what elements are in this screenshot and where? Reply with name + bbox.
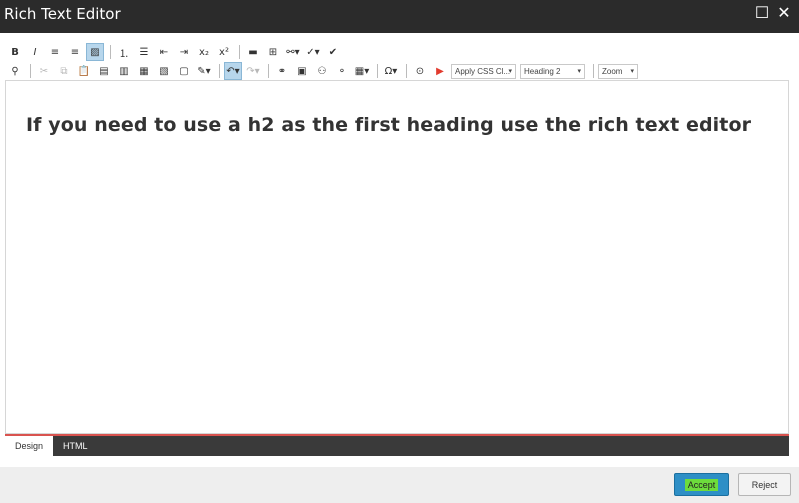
css-class-dropdown-value: Apply CSS Cl... xyxy=(455,66,511,76)
cut-button[interactable]: ✂ xyxy=(35,62,53,80)
subscript-button[interactable]: x₂ xyxy=(195,43,213,61)
maximize-icon[interactable]: ☐ xyxy=(753,5,771,23)
toolbar-row-2: ⚲ ✂ ⧉ 📋 ▤ ▥ ▦ ▧ ▢ ✎▾ ↶▾ ↷▾ ⚭ ▣ ⚇ ⚬ ▦▾ Ω▾ ⊙ ▶ Apply CSS Cl...… xyxy=(6,62,642,80)
insert-snippet-button[interactable]: ⊞ xyxy=(264,43,282,61)
toolbar-separator xyxy=(30,64,31,78)
toolbar-separator xyxy=(110,45,111,59)
table-dropdown-button[interactable]: ▦▾ xyxy=(353,62,371,80)
title-bar: Rich Text Editor ☐ ✕ xyxy=(0,0,799,33)
undo-button[interactable]: ↶▾ xyxy=(224,62,242,80)
numbered-list-button[interactable]: ⒈ xyxy=(115,43,133,61)
insert-media-button[interactable]: ⚇ xyxy=(313,62,331,80)
format-stripper-dropdown-button[interactable]: ✎▾ xyxy=(195,62,213,80)
css-class-dropdown[interactable]: Apply CSS Cl... ▾ xyxy=(451,63,516,79)
zoom-dropdown[interactable]: Zoom ▾ xyxy=(598,63,638,79)
bullet-list-button[interactable]: ☰ xyxy=(135,43,153,61)
format-dropdown-value: Heading 2 xyxy=(524,66,561,76)
spell-check-dropdown-button[interactable]: ✓▾ xyxy=(304,43,322,61)
zoom-dropdown-value: Zoom xyxy=(602,66,623,76)
paste-plain-button[interactable]: ▤ xyxy=(95,62,113,80)
redo-button[interactable]: ↷▾ xyxy=(244,62,262,80)
outdent-button[interactable]: ⇤ xyxy=(155,43,173,61)
italic-button[interactable]: I xyxy=(26,43,44,61)
chevron-down-icon: ▾ xyxy=(577,67,581,75)
toolbar-separator xyxy=(239,45,240,59)
editor-heading[interactable]: If you need to use a h2 as the first hea… xyxy=(26,114,751,136)
insert-link-button[interactable]: ⚭ xyxy=(273,62,291,80)
toolbar-separator xyxy=(268,64,269,78)
play-button[interactable]: ⊙ xyxy=(411,62,429,80)
toolbar-row-1: B I ≡ ≡ ▨ ⒈ ☰ ⇤ ⇥ x₂ x² ▬ ⊞ ⚯▾ ✓▾ ✔ xyxy=(6,43,344,61)
paste-as-text-button[interactable]: ▢ xyxy=(175,62,193,80)
indent-button[interactable]: ⇥ xyxy=(175,43,193,61)
dialog-footer: Accept Reject xyxy=(0,467,799,503)
editor-mode-bar: Design HTML xyxy=(5,434,789,456)
tab-html[interactable]: HTML xyxy=(53,436,98,456)
align-left-button[interactable]: ≡ xyxy=(46,43,64,61)
remove-link-button[interactable]: ⚬ xyxy=(333,62,351,80)
align-center-button[interactable]: ≡ xyxy=(66,43,84,61)
symbol-dropdown-button[interactable]: Ω▾ xyxy=(382,62,400,80)
reject-button[interactable]: Reject xyxy=(738,473,791,496)
insert-image-button[interactable]: ▣ xyxy=(293,62,311,80)
tab-design[interactable]: Design xyxy=(5,436,54,456)
chevron-down-icon: ▾ xyxy=(630,67,634,75)
toolbar-separator xyxy=(377,64,378,78)
chevron-down-icon: ▾ xyxy=(508,67,512,75)
toolbar-separator xyxy=(406,64,407,78)
copy-button[interactable]: ⧉ xyxy=(55,62,73,80)
find-button[interactable]: ⚲ xyxy=(6,62,24,80)
justify-button[interactable]: ▨ xyxy=(86,43,104,61)
check-button[interactable]: ✔ xyxy=(324,43,342,61)
horizontal-rule-button[interactable]: ▬ xyxy=(244,43,262,61)
paste-word-button[interactable]: ▥ xyxy=(115,62,133,80)
close-icon[interactable]: ✕ xyxy=(775,5,793,23)
paste-html-button[interactable]: ▦ xyxy=(135,62,153,80)
link-dropdown-button[interactable]: ⚯▾ xyxy=(284,43,302,61)
superscript-button[interactable]: x² xyxy=(215,43,233,61)
window-title: Rich Text Editor xyxy=(4,5,121,23)
bold-button[interactable]: B xyxy=(6,43,24,61)
toolbar-separator xyxy=(219,64,220,78)
paste-button[interactable]: 📋 xyxy=(75,62,93,80)
toolbar-separator xyxy=(593,64,594,78)
format-dropdown[interactable]: Heading 2 ▾ xyxy=(520,63,585,79)
run-button[interactable]: ▶ xyxy=(431,62,449,80)
accept-label: Accept xyxy=(684,478,719,491)
accept-button[interactable]: Accept xyxy=(674,473,729,496)
editor-content-area[interactable]: If you need to use a h2 as the first hea… xyxy=(5,80,789,434)
paste-markdown-button[interactable]: ▧ xyxy=(155,62,173,80)
